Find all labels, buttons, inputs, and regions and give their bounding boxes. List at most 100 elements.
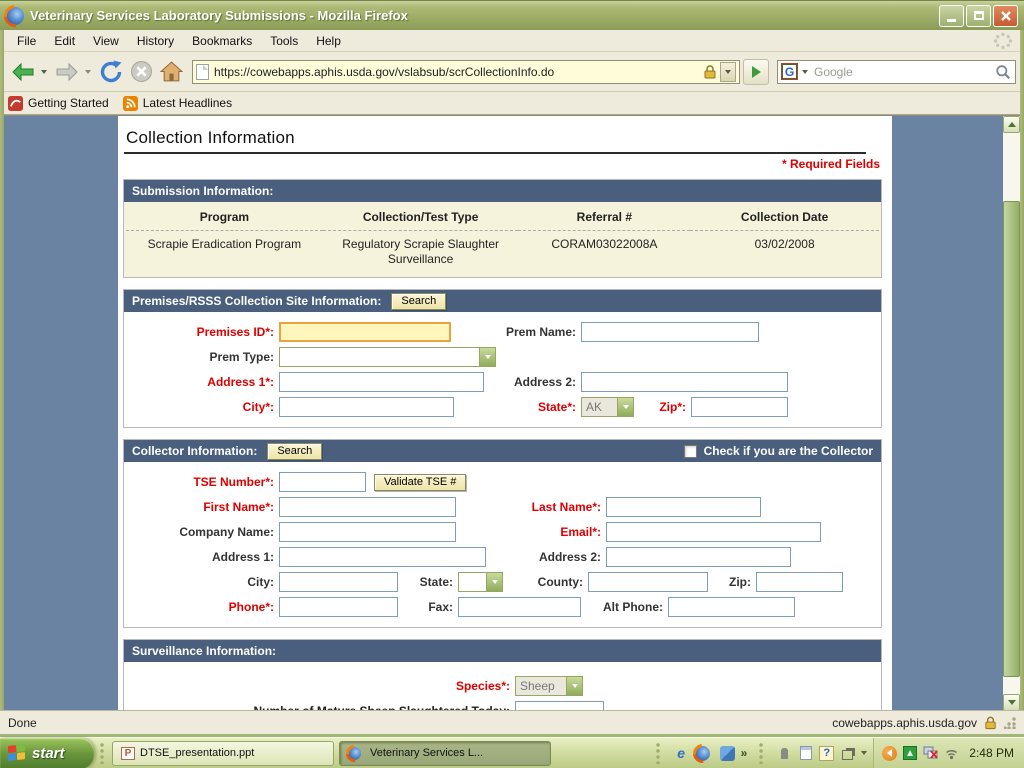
premises-state-select[interactable]: AK	[581, 397, 634, 417]
wireless-icon[interactable]	[944, 746, 959, 761]
tse-number-input[interactable]	[279, 472, 366, 492]
search-magnifier-icon[interactable]	[995, 64, 1011, 80]
prem-type-select[interactable]	[279, 347, 496, 367]
menu-history[interactable]: History	[128, 32, 183, 50]
vertical-scrollbar[interactable]	[1003, 116, 1020, 711]
messenger-icon[interactable]	[720, 746, 735, 761]
collector-address1-input[interactable]	[279, 547, 486, 567]
alt-phone-input[interactable]	[668, 597, 795, 617]
chevron-down-icon	[85, 70, 91, 74]
close-button[interactable]	[993, 5, 1018, 27]
collector-section: Collector Information: Search Check if y…	[123, 439, 882, 628]
page-content: Collection Information * Required Fields…	[118, 116, 892, 711]
toolbar-grip[interactable]	[98, 742, 108, 764]
species-select[interactable]: Sheep	[515, 676, 583, 696]
url-dropdown-button[interactable]	[720, 62, 736, 82]
menu-bookmarks[interactable]: Bookmarks	[183, 32, 261, 50]
minimize-icon	[947, 19, 956, 22]
minimize-button[interactable]	[939, 5, 964, 27]
url-text[interactable]: https://cowebapps.aphis.usda.gov/vslabsu…	[214, 65, 700, 79]
scroll-up-button[interactable]	[1003, 116, 1020, 133]
menu-help[interactable]: Help	[307, 32, 350, 50]
bookmark-latest-headlines[interactable]: Latest Headlines	[123, 96, 232, 111]
network-disconnected-icon[interactable]	[923, 746, 938, 761]
address1-label: Address 1*:	[127, 375, 279, 389]
back-button[interactable]	[8, 57, 38, 87]
reload-button[interactable]	[96, 57, 126, 87]
prem-name-input[interactable]	[581, 322, 759, 342]
stop-button[interactable]	[126, 57, 156, 87]
back-icon	[11, 62, 35, 82]
window-border-right	[1020, 30, 1024, 737]
column-header: Collection/Test Type	[323, 206, 519, 231]
premises-zip-input[interactable]	[691, 397, 788, 417]
column-header: Collection Date	[690, 206, 879, 231]
firefox-icon[interactable]	[695, 746, 710, 761]
first-name-input[interactable]	[279, 497, 456, 517]
taskbar-task-firefox[interactable]: Veterinary Services L...	[339, 741, 551, 766]
internet-explorer-icon[interactable]	[674, 746, 689, 761]
throbber-icon	[992, 31, 1016, 51]
back-dropdown[interactable]	[38, 57, 50, 87]
bookmark-getting-started[interactable]: Getting Started	[8, 96, 109, 111]
microphone-icon[interactable]	[777, 746, 792, 761]
forward-button[interactable]	[52, 57, 82, 87]
chevron-down-icon	[725, 70, 731, 74]
fax-input[interactable]	[458, 597, 581, 617]
status-text: Done	[8, 716, 37, 730]
premises-search-button[interactable]: Search	[391, 293, 446, 310]
company-name-input[interactable]	[279, 522, 456, 542]
premises-city-input[interactable]	[279, 397, 454, 417]
title-bar[interactable]: Veterinary Services Laboratory Submissio…	[0, 0, 1024, 30]
menu-tools[interactable]: Tools	[261, 32, 307, 50]
resize-grip[interactable]	[1004, 717, 1016, 729]
scrollbar-thumb[interactable]	[1003, 201, 1020, 677]
search-engine-dropdown[interactable]	[799, 70, 810, 74]
county-input[interactable]	[588, 572, 708, 592]
last-name-input[interactable]	[606, 497, 761, 517]
first-name-label: First Name*:	[127, 500, 279, 514]
toolbar-grip[interactable]	[654, 742, 664, 764]
premises-address1-input[interactable]	[279, 372, 484, 392]
taskbar-clock[interactable]: 2:48 PM	[969, 746, 1014, 760]
section-header: Premises/RSSS Collection Site Informatio…	[132, 294, 381, 308]
help-icon[interactable]	[819, 746, 834, 761]
email-label: Email*:	[456, 525, 606, 539]
toolbar-grip[interactable]	[757, 742, 767, 764]
bookmark-label: Getting Started	[28, 96, 109, 110]
premises-address2-input[interactable]	[581, 372, 788, 392]
collector-zip-input[interactable]	[756, 572, 843, 592]
phone-input[interactable]	[279, 597, 398, 617]
overflow-chevron[interactable]: »	[741, 746, 748, 760]
section-header: Surveillance Information:	[132, 644, 276, 658]
collector-address2-input[interactable]	[606, 547, 791, 567]
premises-id-input[interactable]	[279, 322, 451, 342]
collector-city-input[interactable]	[279, 572, 398, 592]
collector-checkbox[interactable]	[684, 445, 697, 458]
notepad-icon[interactable]	[798, 746, 813, 761]
email-input[interactable]	[606, 522, 821, 542]
restore-window-icon[interactable]	[840, 746, 855, 761]
collector-state-select[interactable]	[458, 572, 503, 592]
url-bar[interactable]: https://cowebapps.aphis.usda.gov/vslabsu…	[192, 60, 740, 84]
firefox-icon	[348, 747, 361, 760]
chevron-down-icon[interactable]	[861, 751, 867, 755]
scroll-down-button[interactable]	[1003, 694, 1020, 711]
tray-updater-icon[interactable]	[903, 746, 917, 760]
go-button[interactable]	[743, 59, 769, 85]
home-button[interactable]	[156, 57, 186, 87]
forward-dropdown[interactable]	[82, 57, 94, 87]
menu-view[interactable]: View	[84, 32, 128, 50]
menu-edit[interactable]: Edit	[45, 32, 84, 50]
maximize-button[interactable]	[966, 5, 991, 27]
taskbar-task-powerpoint[interactable]: DTSE_presentation.ppt	[112, 741, 334, 766]
chevron-down-icon	[566, 677, 582, 695]
collector-search-button[interactable]: Search	[267, 443, 322, 460]
tray-collapse-button[interactable]	[882, 746, 897, 761]
menu-file[interactable]: File	[8, 32, 45, 50]
page-icon[interactable]	[196, 64, 209, 80]
start-button[interactable]: start	[0, 738, 94, 768]
search-input[interactable]: Google	[814, 65, 995, 79]
validate-tse-button[interactable]: Validate TSE #	[374, 474, 466, 491]
collector-address1-label: Address 1:	[127, 550, 279, 564]
